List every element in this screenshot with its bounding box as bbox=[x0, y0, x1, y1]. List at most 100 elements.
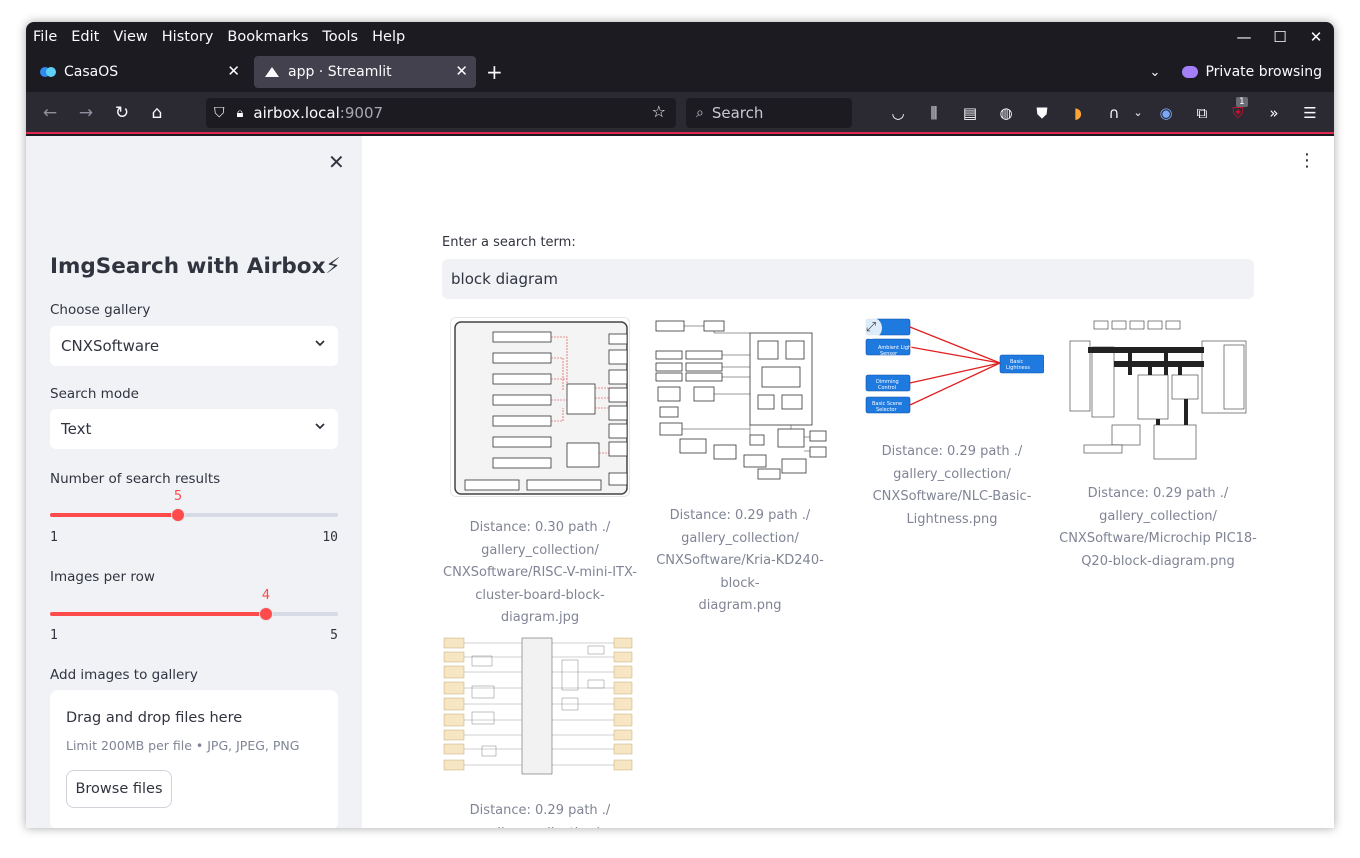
minimize-icon[interactable]: — bbox=[1226, 28, 1262, 46]
caption-line: Distance: 0.29 path ./ bbox=[1087, 486, 1229, 501]
menu-file[interactable]: File bbox=[33, 29, 57, 45]
caption-line: Distance: 0.29 path ./ bbox=[881, 444, 1023, 459]
home-icon[interactable]: ⌂ bbox=[146, 102, 168, 124]
menu-edit[interactable]: Edit bbox=[71, 29, 99, 45]
url-host: airbox.local bbox=[253, 104, 340, 122]
caption-line: gallery_collection/ bbox=[481, 542, 599, 558]
expand-icon[interactable]: ⤢ bbox=[860, 317, 882, 339]
tab-title: CasaOS bbox=[64, 64, 119, 80]
tab-streamlit[interactable]: app · Streamlit ✕ bbox=[254, 56, 476, 88]
caption-line: diagram.jpg bbox=[500, 610, 580, 625]
sidebar: ✕ ImgSearch with Airbox⚡ Choose gallery … bbox=[26, 136, 362, 828]
dropzone-title: Drag and drop files here bbox=[66, 710, 243, 726]
tab-close-icon[interactable]: ✕ bbox=[227, 62, 240, 80]
streamlit-favicon-icon bbox=[264, 64, 280, 80]
main-menu-icon[interactable]: ⋮ bbox=[1298, 150, 1316, 171]
file-dropzone[interactable]: Drag and drop files here Limit 200MB per… bbox=[50, 690, 338, 828]
forward-arrow-icon[interactable]: → bbox=[75, 102, 97, 124]
reload-icon[interactable]: ↻ bbox=[111, 102, 133, 124]
browse-files-button[interactable]: Browse files bbox=[66, 770, 172, 808]
globe-icon[interactable]: ◍ bbox=[996, 103, 1016, 123]
perrow-slider[interactable]: 4 bbox=[50, 588, 338, 621]
mode-select-value: Text bbox=[61, 420, 92, 438]
shield-icon[interactable]: ⛉ bbox=[214, 105, 225, 121]
result-caption: Distance: 0.30 path ./ gallery_collection… bbox=[442, 517, 638, 630]
result-caption: Distance: 0.29 path ./ gallery_collection… bbox=[642, 505, 838, 618]
back-arrow-icon[interactable]: ← bbox=[39, 102, 61, 124]
lock-icon[interactable]: 🔒︎ bbox=[237, 106, 244, 121]
result-item: Distance: 0.29 path ./ gallery_collection… bbox=[442, 636, 638, 828]
headphones-icon[interactable]: ∩ bbox=[1104, 103, 1124, 123]
menu-help[interactable]: Help bbox=[372, 29, 405, 45]
menu-view[interactable]: View bbox=[113, 29, 147, 45]
casaos-favicon-icon bbox=[40, 64, 56, 80]
result-item: Distance: 0.30 path ./ gallery_collection… bbox=[442, 317, 638, 630]
gallery-select[interactable]: CNXSoftware bbox=[50, 326, 338, 366]
caption-line: CNXSoftware/Microchip PIC18- bbox=[1059, 531, 1257, 546]
extensions-puzzle-icon[interactable]: ⧉ bbox=[1192, 103, 1212, 123]
caption-line: Distance: 0.29 path ./ bbox=[469, 803, 611, 818]
list-tabs-chevron-icon[interactable]: ⌄ bbox=[1150, 65, 1161, 80]
private-browsing-label: Private browsing bbox=[1205, 64, 1322, 80]
page-content: ✕ ImgSearch with Airbox⚡ Choose gallery … bbox=[26, 136, 1334, 828]
caption-line: Distance: 0.29 path ./ bbox=[669, 508, 811, 523]
caption-line: Lightness.png bbox=[906, 511, 998, 527]
result-image[interactable] bbox=[442, 636, 634, 792]
caption-line: gallery_collection/ bbox=[893, 466, 1011, 482]
close-sidebar-icon[interactable]: ✕ bbox=[328, 150, 345, 174]
result-item: Distance: 0.29 path ./ gallery_collection… bbox=[1058, 317, 1258, 573]
search-placeholder: Search bbox=[711, 104, 764, 122]
caption-line: gallery_collection/ bbox=[442, 823, 638, 829]
url-bar[interactable]: ⛉ 🔒︎ airbox.local:9007 ☆ bbox=[206, 98, 676, 128]
library-icon[interactable]: ⫼ bbox=[924, 103, 944, 123]
tab-casaos[interactable]: CasaOS ✕ bbox=[30, 56, 248, 88]
result-image[interactable] bbox=[650, 317, 830, 485]
slider-min-label: 1 bbox=[50, 628, 58, 643]
slider-thumb[interactable] bbox=[259, 607, 273, 621]
search-bar[interactable]: ⌕ Search bbox=[686, 98, 852, 128]
navigation-bar: ← → ↻ ⌂ ⛉ 🔒︎ airbox.local:9007 ☆ ⌕ Searc… bbox=[26, 92, 1334, 134]
extension-color-icon[interactable]: ◉ bbox=[1156, 103, 1176, 123]
close-window-icon[interactable]: ✕ bbox=[1298, 28, 1334, 46]
shield-extension-icon[interactable]: ⛊ bbox=[1032, 103, 1052, 123]
results-slider[interactable]: 5 bbox=[50, 489, 338, 522]
extension-orange-icon[interactable]: ◗ bbox=[1068, 103, 1088, 123]
slider-value: 4 bbox=[261, 588, 271, 603]
menu-tools[interactable]: Tools bbox=[322, 29, 358, 45]
mode-label: Search mode bbox=[50, 386, 139, 402]
result-image[interactable]: Ambient Light Sensor Dimming Control Basic… bbox=[860, 317, 1044, 421]
pocket-icon[interactable]: ◡ bbox=[888, 103, 908, 123]
result-item: Distance: 0.29 path ./ gallery_collection… bbox=[642, 317, 838, 618]
result-item: Ambient Light Sensor Dimming Control Basic… bbox=[850, 317, 1054, 531]
slider-thumb[interactable] bbox=[171, 508, 185, 522]
overflow-chevrons-icon[interactable]: » bbox=[1264, 103, 1284, 123]
caption-line: Q20-block-diagram.png bbox=[1081, 553, 1235, 569]
result-caption: Distance: 0.29 path ./ gallery_collection… bbox=[1058, 483, 1258, 573]
tab-close-icon[interactable]: ✕ bbox=[455, 62, 468, 80]
bookmark-star-icon[interactable]: ☆ bbox=[652, 102, 666, 121]
menu-bookmarks[interactable]: Bookmarks bbox=[227, 29, 308, 45]
dropdown-chevron-icon[interactable]: ⌄ bbox=[1128, 103, 1148, 123]
caption-line: CNXSoftware/Kria-KD240-block- bbox=[656, 553, 824, 591]
hamburger-menu-icon[interactable]: ☰ bbox=[1300, 103, 1320, 123]
maximize-icon[interactable]: ☐ bbox=[1262, 28, 1298, 46]
slider-max-label: 5 bbox=[330, 628, 338, 643]
search-term-input[interactable]: block diagram bbox=[442, 259, 1254, 299]
new-tab-icon[interactable]: + bbox=[486, 60, 503, 84]
result-caption: Distance: 0.29 path ./ gallery_collection… bbox=[442, 800, 638, 828]
menu-history[interactable]: History bbox=[162, 29, 214, 45]
result-image[interactable] bbox=[1068, 317, 1248, 463]
mode-select[interactable]: Text bbox=[50, 409, 338, 449]
result-caption: Distance: 0.29 path ./ gallery_collection… bbox=[850, 441, 1054, 531]
app-title: ImgSearch with Airbox⚡ bbox=[50, 254, 341, 279]
sidebar-toggle-icon[interactable]: ▤ bbox=[960, 103, 980, 123]
gallery-select-value: CNXSoftware bbox=[61, 337, 160, 355]
result-image[interactable] bbox=[450, 317, 630, 497]
slider-max-label: 10 bbox=[322, 530, 338, 545]
caption-line: CNXSoftware/NLC-Basic- bbox=[872, 489, 1032, 504]
main-area: ⋮ Enter a search term: block diagram Dis… bbox=[362, 136, 1334, 828]
chevron-down-icon bbox=[314, 337, 326, 352]
tab-bar: CasaOS ✕ app · Streamlit ✕ + ⌄ Private b… bbox=[26, 54, 1334, 90]
search-term-label: Enter a search term: bbox=[442, 235, 576, 250]
svg-text:Selector: Selector bbox=[876, 407, 897, 413]
